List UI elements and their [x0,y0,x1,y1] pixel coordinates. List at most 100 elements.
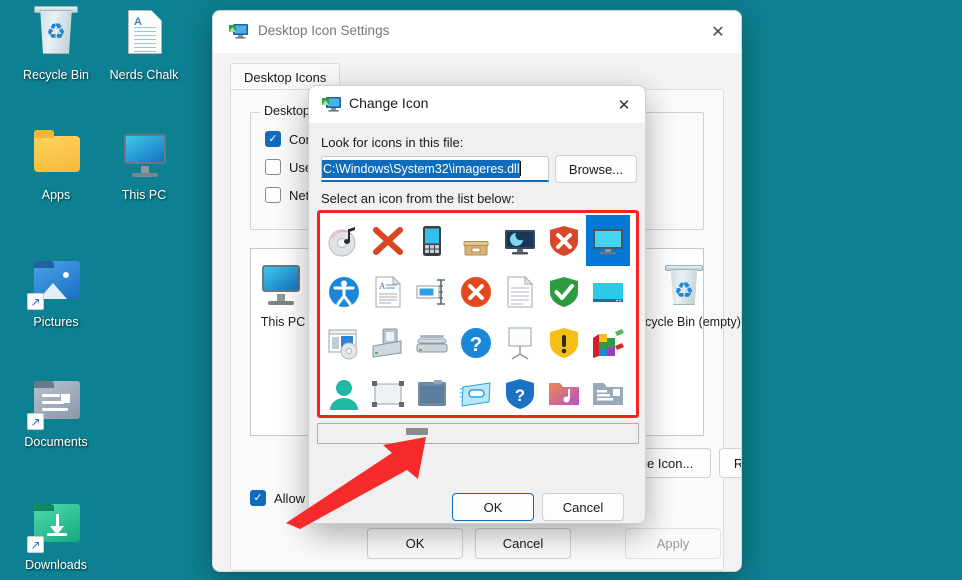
icon-file-path-input[interactable]: C:\Windows\System32\imageres.dll [321,156,549,182]
checkbox-box[interactable] [265,159,281,175]
icon-cell-documents-folder[interactable] [586,368,630,415]
icon-cell-selection-frame[interactable] [366,368,410,415]
desktop-icon-settings-titlebar: Desktop Icon Settings ✕ [213,11,741,53]
recycle-bin-icon [26,6,86,64]
icon-cell-window-cd[interactable] [322,317,366,368]
icon-cell-accessibility[interactable] [322,266,366,317]
shortcut-arrow-icon: ↗ [27,413,44,430]
icon-cell-yellow-warning-shield[interactable] [542,317,586,368]
select-icon-label: Select an icon from the list below: [321,191,515,206]
icon-cell-blue-question-shield[interactable]: ? [498,368,542,415]
restore-default-button[interactable]: Restore Default [719,448,741,478]
icon-cell-defrag-blocks[interactable] [586,317,630,368]
icon-list-horizontal-scrollbar[interactable] [317,423,639,444]
icon-cell-teal-screen[interactable] [586,266,630,317]
change-icon-dialog: Change Icon ✕ Look for icons in this fil… [308,85,646,524]
ok-button[interactable]: OK [367,528,463,559]
documents-folder-icon [591,377,625,411]
desktop-icon-this-pc[interactable]: This PC [88,128,200,203]
monitor-settings-icon [322,95,342,113]
blank-document-icon [503,275,537,309]
icon-cell-mobile-device[interactable] [410,215,454,266]
blue-card-icon [459,377,493,411]
icon-cell-display-monitor[interactable] [586,215,630,266]
close-icon[interactable]: ✕ [603,86,645,123]
apply-button: Apply [625,528,721,559]
red-x-icon [371,224,405,258]
box-icon [459,224,493,258]
desktop-icon-label: Nerds Chalk [109,68,179,82]
icon-cell-green-shield-check[interactable] [542,266,586,317]
svg-text:?: ? [515,386,525,405]
path-selected-text: C:\Windows\System32\imageres.dll [322,159,520,178]
icon-list-highlight-box: A ? ? [317,210,639,418]
browse-button[interactable]: Browse... [555,155,637,183]
desktop-icon-pictures[interactable]: ↗ Pictures [0,255,112,330]
folder-icon [26,128,86,184]
text-document-icon: A [114,8,174,64]
text-caret [519,161,521,176]
desktop-icon-nerds-chalk[interactable]: A Nerds Chalk [88,8,200,83]
icon-list[interactable]: A ? ? [322,215,630,415]
change-icon-cancel-button[interactable]: Cancel [542,493,624,521]
icon-cell-tablet-device[interactable] [410,368,454,415]
icon-cell-projector-screen[interactable] [498,317,542,368]
icon-cell-red-x[interactable] [366,215,410,266]
scanner-icon [415,326,449,360]
checkbox-box[interactable] [265,187,281,203]
icon-cell-blank-document[interactable] [498,266,542,317]
projector-screen-icon [503,326,537,360]
icon-cell-red-circle-x[interactable] [454,266,498,317]
defrag-blocks-icon [591,326,625,360]
sleep-monitor-icon [503,224,537,258]
desktop-icon-downloads[interactable]: ↗ Downloads [0,498,112,573]
icon-cell-audio-cd[interactable] [322,215,366,266]
icon-cell-sleep-monitor[interactable] [498,215,542,266]
red-shield-x-icon [547,224,581,258]
monitor-settings-icon [229,22,249,40]
window-cd-icon [327,326,361,360]
shortcut-arrow-icon: ↗ [27,293,44,310]
checkbox-box[interactable] [265,131,281,147]
icon-cell-red-shield-x[interactable] [542,215,586,266]
display-monitor-icon [591,224,625,258]
dialog-title: Change Icon [349,95,429,111]
desktop-icon-documents[interactable]: ↗ Documents [0,375,112,450]
change-icon-ok-button[interactable]: OK [452,493,534,521]
network-presentation-icon [415,275,449,309]
downloads-folder-icon: ↗ [26,498,86,554]
desktop-icon-label: Pictures [33,315,79,329]
change-icon-titlebar: Change Icon ✕ [309,86,645,123]
icon-cell-user-person[interactable] [322,368,366,415]
icon-cell-scanner[interactable] [410,317,454,368]
text-document-icon: A [371,275,405,309]
icon-cell-text-document[interactable]: A [366,266,410,317]
desktop-icon-label: Downloads [25,558,87,572]
teal-screen-icon [591,275,625,309]
cancel-button[interactable]: Cancel [475,528,571,559]
audio-cd-icon [327,224,361,258]
icon-cell-blue-question-circle[interactable]: ? [454,317,498,368]
red-circle-x-icon [459,275,493,309]
mobile-device-icon [415,224,449,258]
user-person-icon [327,377,361,411]
icon-cell-printer[interactable] [366,317,410,368]
desktop-icon-label: This PC [121,188,167,202]
blue-question-circle-icon: ? [459,326,493,360]
close-icon[interactable]: ✕ [695,11,741,53]
change-icon-body: Look for icons in this file: C:\Windows\… [309,123,645,523]
svg-text:A: A [379,281,386,291]
icon-cell-music-folder[interactable] [542,368,586,415]
checkbox-box[interactable] [250,490,266,506]
desktop-icon-label: Documents [24,435,88,449]
green-shield-check-icon [547,275,581,309]
icon-cell-box[interactable] [454,215,498,266]
scrollbar-thumb[interactable] [406,428,428,435]
pictures-folder-icon: ↗ [26,255,86,311]
accessibility-icon [327,275,361,309]
yellow-warning-shield-icon [547,326,581,360]
icon-cell-blue-card[interactable] [454,368,498,415]
icon-cell-network-presentation[interactable] [410,266,454,317]
documents-folder-icon: ↗ [26,375,86,431]
music-folder-icon [547,377,581,411]
